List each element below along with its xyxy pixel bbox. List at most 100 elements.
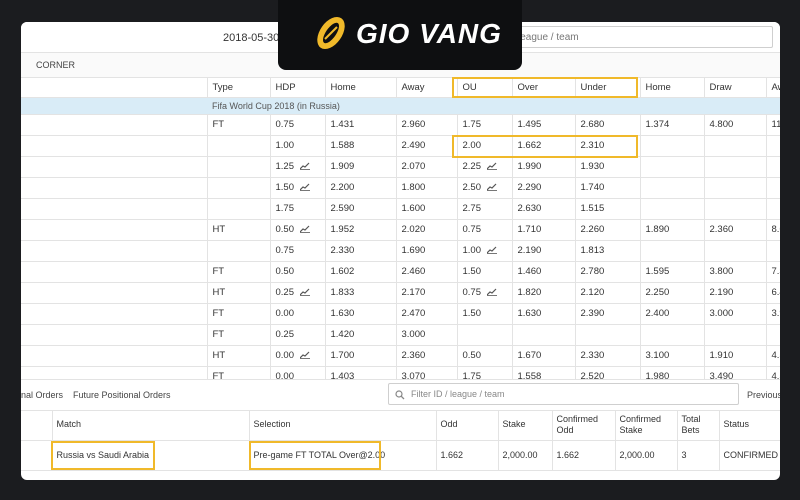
draw-odds[interactable]: 4.800 <box>704 114 767 136</box>
away-odds[interactable]: 1.600 <box>396 198 458 220</box>
under-odds[interactable]: 1.930 <box>575 156 641 178</box>
over-odds[interactable] <box>512 324 576 346</box>
over-odds[interactable]: 1.670 <box>512 345 576 367</box>
over-under-line-value: 1.50 <box>462 266 482 277</box>
line-chart-icon[interactable] <box>487 288 497 297</box>
away-odds[interactable]: 2.170 <box>396 282 458 304</box>
away-odds[interactable]: 2.490 <box>396 135 458 157</box>
draw-odds[interactable] <box>704 135 767 157</box>
over-odds[interactable]: 1.495 <box>512 114 576 136</box>
away-1x2-odds[interactable]: 7.3 <box>766 261 780 283</box>
draw-odds[interactable]: 2.360 <box>704 219 767 241</box>
home-odds[interactable]: 2.330 <box>325 240 397 262</box>
home-1x2-odds[interactable]: 3.100 <box>640 345 705 367</box>
home-odds[interactable]: 1.833 <box>325 282 397 304</box>
away-1x2-odds[interactable]: 11 <box>766 114 780 136</box>
away-1x2-odds[interactable]: 4.5 <box>766 345 780 367</box>
home-odds[interactable]: 1.700 <box>325 345 397 367</box>
over-odds[interactable]: 1.990 <box>512 156 576 178</box>
under-odds[interactable]: 2.120 <box>575 282 641 304</box>
home-1x2-odds[interactable]: 1.595 <box>640 261 705 283</box>
league-team-search-input[interactable]: league / team <box>511 26 773 48</box>
line-chart-icon[interactable] <box>487 246 497 255</box>
home-odds[interactable]: 1.602 <box>325 261 397 283</box>
away-1x2-odds[interactable] <box>766 156 780 178</box>
tab-positional-orders[interactable]: nal Orders <box>21 390 63 400</box>
line-chart-icon[interactable] <box>300 351 310 360</box>
away-1x2-odds[interactable] <box>766 240 780 262</box>
draw-odds-value: 3.800 <box>709 266 734 277</box>
away-odds[interactable]: 3.000 <box>396 324 458 346</box>
home-1x2-odds[interactable] <box>640 177 705 199</box>
home-1x2-odds[interactable] <box>640 324 705 346</box>
away-odds[interactable]: 2.020 <box>396 219 458 241</box>
over-odds[interactable]: 1.460 <box>512 261 576 283</box>
home-1x2-odds[interactable] <box>640 135 705 157</box>
home-odds[interactable]: 1.630 <box>325 303 397 325</box>
away-odds[interactable]: 1.690 <box>396 240 458 262</box>
draw-odds[interactable] <box>704 177 767 199</box>
draw-odds[interactable]: 3.000 <box>704 303 767 325</box>
line-chart-icon[interactable] <box>300 225 310 234</box>
away-odds-value: 1.600 <box>401 203 426 214</box>
draw-odds[interactable] <box>704 156 767 178</box>
home-odds[interactable]: 2.590 <box>325 198 397 220</box>
draw-odds[interactable]: 2.190 <box>704 282 767 304</box>
home-odds[interactable]: 1.909 <box>325 156 397 178</box>
under-odds[interactable]: 2.260 <box>575 219 641 241</box>
away-1x2-odds[interactable] <box>766 198 780 220</box>
home-1x2-odds[interactable]: 1.374 <box>640 114 705 136</box>
away-1x2-odds[interactable]: 3.9 <box>766 303 780 325</box>
home-odds[interactable]: 1.431 <box>325 114 397 136</box>
away-odds[interactable]: 2.470 <box>396 303 458 325</box>
over-odds[interactable]: 2.630 <box>512 198 576 220</box>
draw-odds[interactable] <box>704 324 767 346</box>
line-chart-icon[interactable] <box>487 162 497 171</box>
home-1x2-odds[interactable]: 2.250 <box>640 282 705 304</box>
over-odds[interactable]: 2.190 <box>512 240 576 262</box>
under-odds[interactable]: 2.330 <box>575 345 641 367</box>
over-odds[interactable]: 2.290 <box>512 177 576 199</box>
home-odds[interactable]: 1.420 <box>325 324 397 346</box>
home-odds[interactable]: 1.588 <box>325 135 397 157</box>
over-odds[interactable]: 1.630 <box>512 303 576 325</box>
away-odds[interactable]: 2.360 <box>396 345 458 367</box>
away-odds[interactable]: 1.800 <box>396 177 458 199</box>
away-1x2-odds[interactable] <box>766 177 780 199</box>
away-1x2-odds[interactable]: 8.6 <box>766 219 780 241</box>
line-chart-icon[interactable] <box>300 162 310 171</box>
home-odds[interactable]: 2.200 <box>325 177 397 199</box>
away-odds[interactable]: 2.960 <box>396 114 458 136</box>
draw-odds[interactable] <box>704 240 767 262</box>
under-odds[interactable] <box>575 324 641 346</box>
under-odds[interactable]: 1.813 <box>575 240 641 262</box>
draw-odds[interactable]: 1.910 <box>704 345 767 367</box>
line-chart-icon[interactable] <box>300 183 310 192</box>
under-odds[interactable]: 2.780 <box>575 261 641 283</box>
home-1x2-odds-value: 1.595 <box>645 266 670 277</box>
away-odds[interactable]: 2.460 <box>396 261 458 283</box>
previous-page-button[interactable]: Previous <box>747 390 780 400</box>
order-filter-input[interactable]: Filter ID / league / team <box>388 383 739 405</box>
tab-future-positional-orders[interactable]: Future Positional Orders <box>73 390 171 400</box>
line-chart-icon[interactable] <box>487 183 497 192</box>
away-1x2-odds[interactable] <box>766 135 780 157</box>
under-odds[interactable]: 1.740 <box>575 177 641 199</box>
home-1x2-odds[interactable]: 2.400 <box>640 303 705 325</box>
over-odds[interactable]: 1.820 <box>512 282 576 304</box>
away-odds[interactable]: 2.070 <box>396 156 458 178</box>
line-chart-icon[interactable] <box>300 288 310 297</box>
home-1x2-odds[interactable] <box>640 198 705 220</box>
draw-odds[interactable] <box>704 198 767 220</box>
under-odds[interactable]: 2.390 <box>575 303 641 325</box>
under-odds[interactable]: 2.680 <box>575 114 641 136</box>
home-1x2-odds[interactable] <box>640 240 705 262</box>
home-1x2-odds[interactable] <box>640 156 705 178</box>
home-1x2-odds[interactable]: 1.890 <box>640 219 705 241</box>
away-1x2-odds[interactable]: 6.4 <box>766 282 780 304</box>
home-odds[interactable]: 1.952 <box>325 219 397 241</box>
under-odds[interactable]: 1.515 <box>575 198 641 220</box>
draw-odds[interactable]: 3.800 <box>704 261 767 283</box>
away-1x2-odds[interactable] <box>766 324 780 346</box>
over-odds[interactable]: 1.710 <box>512 219 576 241</box>
